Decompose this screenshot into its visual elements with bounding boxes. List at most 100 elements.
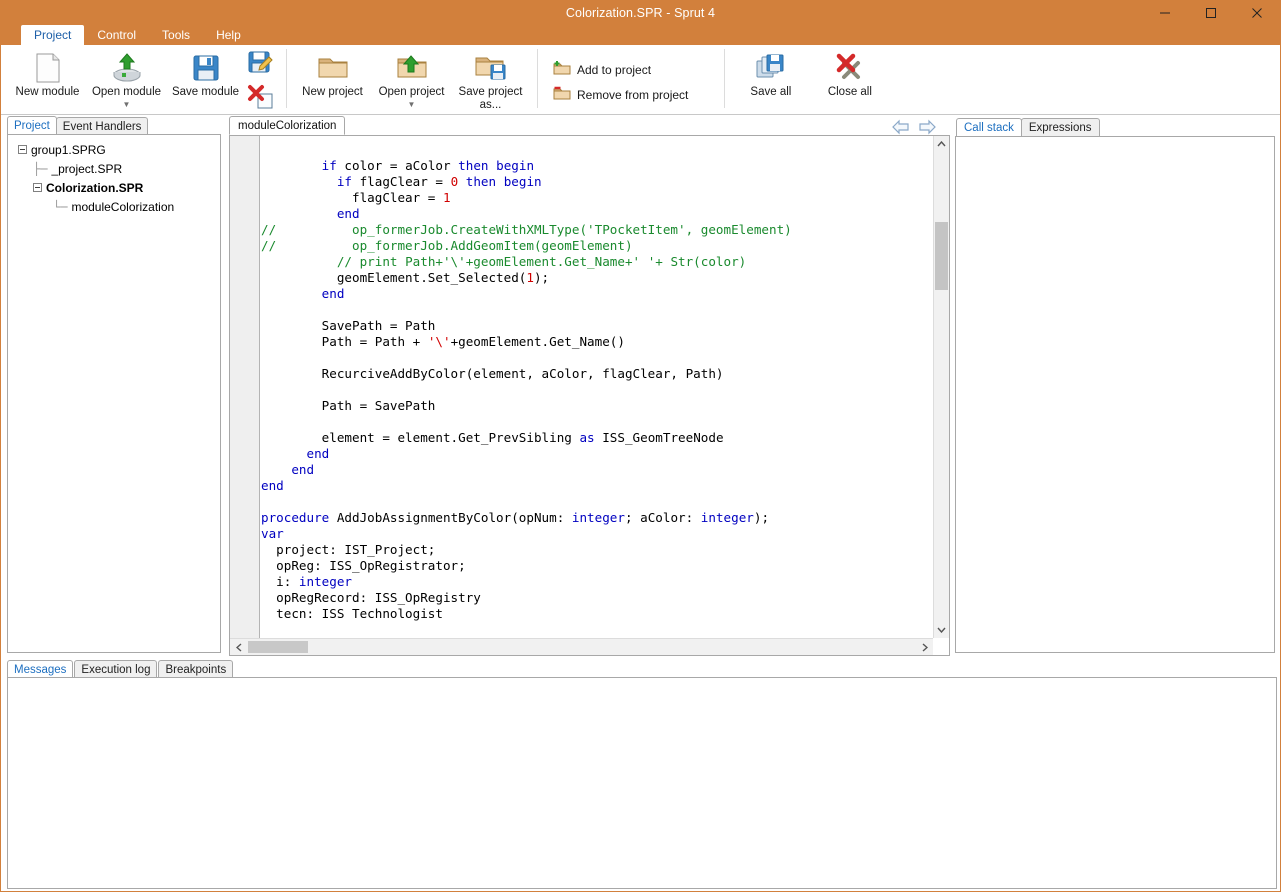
- close-icon: [1251, 7, 1263, 19]
- new-module-button[interactable]: New module: [8, 47, 87, 99]
- module-icon-stack: [245, 47, 279, 115]
- debug-panel: Call stack Expressions: [952, 116, 1278, 656]
- close-button[interactable]: [1234, 1, 1280, 25]
- save-module-label: Save module: [172, 86, 239, 99]
- arrow-right-icon[interactable]: [917, 119, 937, 140]
- ribbon-group-all: Save all Close all: [724, 45, 896, 114]
- open-module-icon: [110, 51, 144, 85]
- close-module-button[interactable]: [245, 84, 279, 115]
- horizontal-scroll-thumb[interactable]: [248, 641, 308, 653]
- save-all-button[interactable]: Save all: [731, 47, 810, 99]
- editor-tab-strip: moduleColorization: [229, 116, 950, 136]
- tree-node-label: moduleColorization: [71, 200, 174, 214]
- application-window: Colorization.SPR - Sprut 4 Project: [0, 0, 1281, 892]
- call-stack-content[interactable]: [955, 136, 1275, 653]
- save-project-as-label: Save project as...: [451, 86, 530, 112]
- tree-branch-glyph: └─: [53, 200, 67, 214]
- ribbon-toolbar: New module Open module ▼: [1, 45, 1280, 115]
- chevron-down-icon[interactable]: ▼: [408, 101, 416, 109]
- floppy-disk-icon: [192, 51, 220, 85]
- folder-remove-icon: [553, 85, 571, 106]
- tab-event-handlers[interactable]: Event Handlers: [56, 117, 149, 135]
- tree-branch-glyph: ├─: [33, 162, 47, 176]
- editor-vertical-scrollbar[interactable]: [933, 136, 949, 638]
- remove-from-project-button[interactable]: Remove from project: [549, 83, 694, 108]
- project-items-stack: Add to project Remove from project: [549, 54, 694, 108]
- ribbon-group-module: New module Open module ▼: [1, 45, 286, 114]
- tab-expressions[interactable]: Expressions: [1021, 118, 1100, 137]
- minimize-button[interactable]: [1142, 1, 1188, 25]
- messages-content[interactable]: [7, 677, 1277, 889]
- close-module-icon: [247, 84, 277, 115]
- save-project-as-button[interactable]: Save project as...: [451, 47, 530, 112]
- ribbon-tab-control[interactable]: Control: [84, 25, 149, 45]
- project-panel: Project Event Handlers group1.SPRG ├─ _p…: [1, 116, 227, 656]
- tab-breakpoints[interactable]: Breakpoints: [158, 660, 233, 678]
- tree-node-label: group1.SPRG: [31, 143, 106, 157]
- save-all-label: Save all: [750, 86, 791, 99]
- editor-horizontal-scrollbar[interactable]: [230, 638, 933, 655]
- close-all-label: Close all: [828, 86, 872, 99]
- save-module-as-icon: [247, 49, 277, 84]
- save-module-as-button[interactable]: [245, 49, 279, 84]
- chevron-right-icon: [922, 643, 928, 652]
- ribbon-tab-help[interactable]: Help: [203, 25, 254, 45]
- ribbon-tab-project[interactable]: Project: [21, 25, 84, 45]
- ribbon-tab-tools[interactable]: Tools: [149, 25, 203, 45]
- chevron-down-icon: [937, 627, 946, 633]
- new-project-label: New project: [302, 86, 363, 99]
- open-project-label: Open project: [379, 86, 445, 99]
- editor-gutter: [230, 136, 260, 638]
- ribbon-group-project-items: Add to project Remove from project: [537, 45, 724, 114]
- tree-expander-minus-icon[interactable]: [18, 145, 27, 154]
- open-folder-icon: [395, 51, 429, 85]
- tab-module-colorization[interactable]: moduleColorization: [229, 116, 345, 135]
- window-controls: [1142, 1, 1280, 25]
- title-bar: Colorization.SPR - Sprut 4: [1, 1, 1280, 25]
- editor-frame: if color = aColor then begin if flagClea…: [229, 136, 950, 656]
- save-folder-icon: [474, 51, 508, 85]
- chevron-up-icon: [937, 141, 946, 147]
- ribbon-tab-strip: Project Control Tools Help: [1, 25, 1280, 45]
- project-tree[interactable]: group1.SPRG ├─ _project.SPR Colorization…: [7, 134, 221, 653]
- save-module-button[interactable]: Save module: [166, 47, 245, 99]
- code-viewport[interactable]: if color = aColor then begin if flagClea…: [261, 136, 932, 638]
- open-module-label: Open module: [92, 86, 161, 99]
- work-area: Project Event Handlers group1.SPRG ├─ _p…: [1, 116, 1280, 891]
- tab-call-stack[interactable]: Call stack: [956, 118, 1022, 137]
- new-project-button[interactable]: New project: [293, 47, 372, 99]
- maximize-button[interactable]: [1188, 1, 1234, 25]
- add-to-project-button[interactable]: Add to project: [549, 58, 694, 83]
- tab-messages[interactable]: Messages: [7, 660, 73, 678]
- scroll-down-button[interactable]: [934, 622, 949, 638]
- vertical-scroll-thumb[interactable]: [935, 222, 948, 290]
- output-panel-tabs: Messages Execution log Breakpoints: [1, 658, 1280, 678]
- tree-expander-minus-icon[interactable]: [33, 183, 42, 192]
- tree-node-project-spr[interactable]: ├─ _project.SPR: [8, 159, 220, 178]
- arrow-left-icon[interactable]: [891, 119, 911, 140]
- open-project-button[interactable]: Open project ▼: [372, 47, 451, 109]
- tree-node-group1[interactable]: group1.SPRG: [8, 140, 220, 159]
- add-to-project-label: Add to project: [577, 63, 651, 77]
- editor-panel: moduleColorization if color = aColor the…: [229, 116, 950, 656]
- scroll-right-button[interactable]: [916, 639, 933, 655]
- folder-add-icon: [553, 60, 571, 81]
- tree-node-label: Colorization.SPR: [46, 181, 143, 195]
- tab-execution-log[interactable]: Execution log: [74, 660, 157, 678]
- window-title: Colorization.SPR - Sprut 4: [566, 6, 715, 20]
- new-folder-icon: [316, 51, 350, 85]
- tree-node-colorization-spr[interactable]: Colorization.SPR: [8, 178, 220, 197]
- open-module-button[interactable]: Open module ▼: [87, 47, 166, 109]
- tab-project[interactable]: Project: [7, 116, 57, 135]
- close-all-button[interactable]: Close all: [810, 47, 889, 99]
- tree-node-module-colorization[interactable]: └─ moduleColorization: [8, 197, 220, 216]
- source-code[interactable]: if color = aColor then begin if flagClea…: [261, 136, 932, 622]
- minimize-icon: [1159, 7, 1171, 19]
- debug-panel-tabs: Call stack Expressions: [952, 116, 1278, 137]
- chevron-left-icon: [236, 643, 242, 652]
- scroll-left-button[interactable]: [230, 639, 247, 655]
- close-all-icon: [834, 51, 866, 85]
- chevron-down-icon[interactable]: ▼: [123, 101, 131, 109]
- remove-from-project-label: Remove from project: [577, 88, 688, 102]
- save-all-icon: [755, 51, 787, 85]
